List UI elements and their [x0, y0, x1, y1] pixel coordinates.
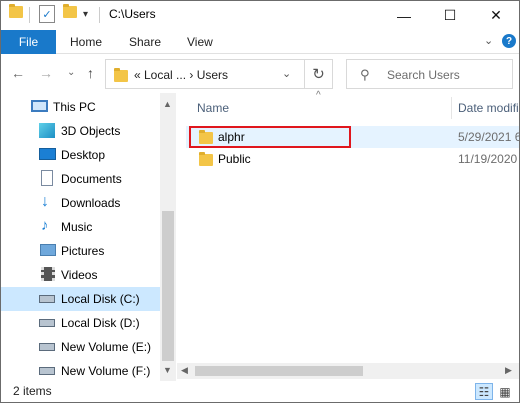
sidebar-item-label: Documents — [61, 172, 122, 186]
this-pc-icon — [31, 100, 48, 112]
scrollbar-thumb[interactable] — [162, 211, 174, 361]
new-volume-icon — [39, 343, 55, 351]
sidebar-item-music[interactable]: ♪ Music — [1, 215, 161, 239]
sidebar-item-local-disk-c[interactable]: Local Disk (C:) — [1, 287, 161, 311]
navigation-bar: ← → ⌄ ↑ « Local ... › Users ⌄ ↻ ⚲ Search… — [1, 55, 519, 93]
column-divider[interactable] — [451, 97, 452, 119]
sidebar-item-label: Pictures — [61, 244, 105, 258]
large-icons-view-icon[interactable]: ▦ — [496, 383, 514, 400]
sidebar-item-downloads[interactable]: ↓ Downloads — [1, 191, 161, 215]
recent-locations-button[interactable]: ⌄ — [67, 67, 75, 78]
scroll-up-icon[interactable]: ▲ — [163, 99, 172, 109]
file-date-modified: 11/19/2020 — [458, 152, 518, 166]
sidebar-item-label: Local Disk (D:) — [61, 316, 140, 330]
help-icon[interactable]: ? — [502, 34, 516, 48]
minimize-button[interactable]: — — [381, 1, 427, 30]
folder-icon — [114, 68, 128, 82]
properties-icon[interactable]: ✓ — [39, 5, 55, 23]
column-header-name[interactable]: Name — [197, 101, 229, 115]
documents-icon — [41, 170, 53, 186]
window-title: C:\Users — [109, 7, 156, 21]
3d-objects-icon — [39, 123, 55, 138]
search-icon: ⚲ — [360, 67, 370, 82]
file-list-horizontal-scrollbar[interactable]: ◀ ▶ — [177, 363, 519, 379]
new-volume-icon — [39, 367, 55, 375]
divider — [29, 7, 30, 23]
scrollbar-thumb[interactable] — [195, 366, 363, 376]
refresh-button[interactable]: ↻ — [305, 59, 333, 89]
tab-view[interactable]: View — [187, 35, 213, 49]
sidebar-item-this-pc[interactable]: This PC — [1, 95, 161, 119]
close-button[interactable]: ✕ — [473, 1, 519, 30]
sidebar-item-label: Downloads — [61, 196, 121, 210]
folder-icon — [199, 152, 213, 166]
scroll-down-icon[interactable]: ▼ — [163, 365, 172, 375]
sidebar-item-label: Desktop — [61, 148, 106, 162]
file-date-modified: 5/29/2021 6 — [458, 130, 520, 144]
forward-button[interactable]: → — [39, 65, 53, 81]
sidebar-item-videos[interactable]: Videos — [1, 263, 161, 287]
search-box[interactable]: ⚲ Search Users — [346, 59, 513, 89]
desktop-icon — [39, 148, 56, 160]
navigation-pane: This PC 3D Objects Desktop Documents ↓ D… — [1, 93, 176, 381]
address-bar[interactable]: « Local ... › Users ⌄ — [105, 59, 305, 89]
videos-icon — [41, 267, 55, 281]
tab-home[interactable]: Home — [70, 35, 102, 49]
sidebar-item-desktop[interactable]: Desktop — [1, 143, 161, 167]
new-folder-icon[interactable] — [63, 4, 77, 18]
sidebar-item-documents[interactable]: Documents — [1, 167, 161, 191]
status-bar: 2 items ☷ ▦ — [1, 381, 519, 402]
search-input[interactable]: Search Users — [387, 68, 460, 82]
tab-file[interactable]: File — [1, 30, 56, 54]
downloads-icon: ↓ — [41, 193, 49, 210]
local-disk-icon — [39, 319, 55, 327]
scroll-left-icon[interactable]: ◀ — [181, 365, 188, 376]
address-path: « Local ... › Users — [134, 68, 229, 82]
file-list: ^ Name Date modifi alphr 5/29/2021 6 Pub… — [177, 90, 520, 381]
sidebar-item-new-volume-f[interactable]: New Volume (F:) — [1, 359, 161, 381]
back-button[interactable]: ← — [11, 65, 25, 81]
expand-ribbon-icon[interactable]: ⌄ — [484, 34, 493, 47]
details-view-icon[interactable]: ☷ — [475, 383, 493, 400]
folder-icon — [9, 4, 23, 18]
sidebar-item-pictures[interactable]: Pictures — [1, 239, 161, 263]
sidebar-item-label: Local Disk (C:) — [61, 292, 140, 306]
file-name: Public — [218, 152, 251, 166]
local-disk-icon — [39, 295, 55, 303]
annotation-highlight-box — [189, 126, 351, 148]
scroll-right-icon[interactable]: ▶ — [505, 365, 512, 376]
navigation-pane-scrollbar[interactable]: ▲ ▼ — [160, 93, 176, 381]
music-icon: ♪ — [41, 217, 49, 234]
file-explorer-window: ✓ ▾ C:\Users — ☐ ✕ File Home Share View … — [0, 0, 520, 403]
pictures-icon — [40, 244, 56, 256]
column-header-date-modified[interactable]: Date modifi — [458, 101, 519, 115]
sidebar-item-label: New Volume (E:) — [61, 340, 152, 354]
title-bar: ✓ ▾ C:\Users — ☐ ✕ — [1, 1, 519, 30]
sort-ascending-icon: ^ — [316, 90, 321, 101]
sidebar-item-label: 3D Objects — [61, 124, 121, 138]
file-row-public[interactable]: Public 11/19/2020 — [186, 148, 519, 170]
sidebar-item-new-volume-e[interactable]: New Volume (E:) — [1, 335, 161, 359]
customize-toolbar-icon[interactable]: ▾ — [83, 9, 88, 20]
sidebar-item-label: This PC — [53, 100, 96, 114]
sidebar-item-label: Music — [61, 220, 93, 234]
up-button[interactable]: ↑ — [87, 65, 94, 81]
ribbon-tabs: File Home Share View ⌄ ? — [1, 30, 519, 54]
maximize-button[interactable]: ☐ — [427, 1, 473, 30]
sidebar-item-local-disk-d[interactable]: Local Disk (D:) — [1, 311, 161, 335]
sidebar-item-3d-objects[interactable]: 3D Objects — [1, 119, 161, 143]
sidebar-item-label: Videos — [61, 268, 98, 282]
sidebar-item-label: New Volume (F:) — [61, 364, 151, 378]
item-count: 2 items — [13, 384, 52, 398]
tab-share[interactable]: Share — [129, 35, 161, 49]
divider — [99, 7, 100, 23]
chevron-down-icon[interactable]: ⌄ — [282, 67, 291, 80]
